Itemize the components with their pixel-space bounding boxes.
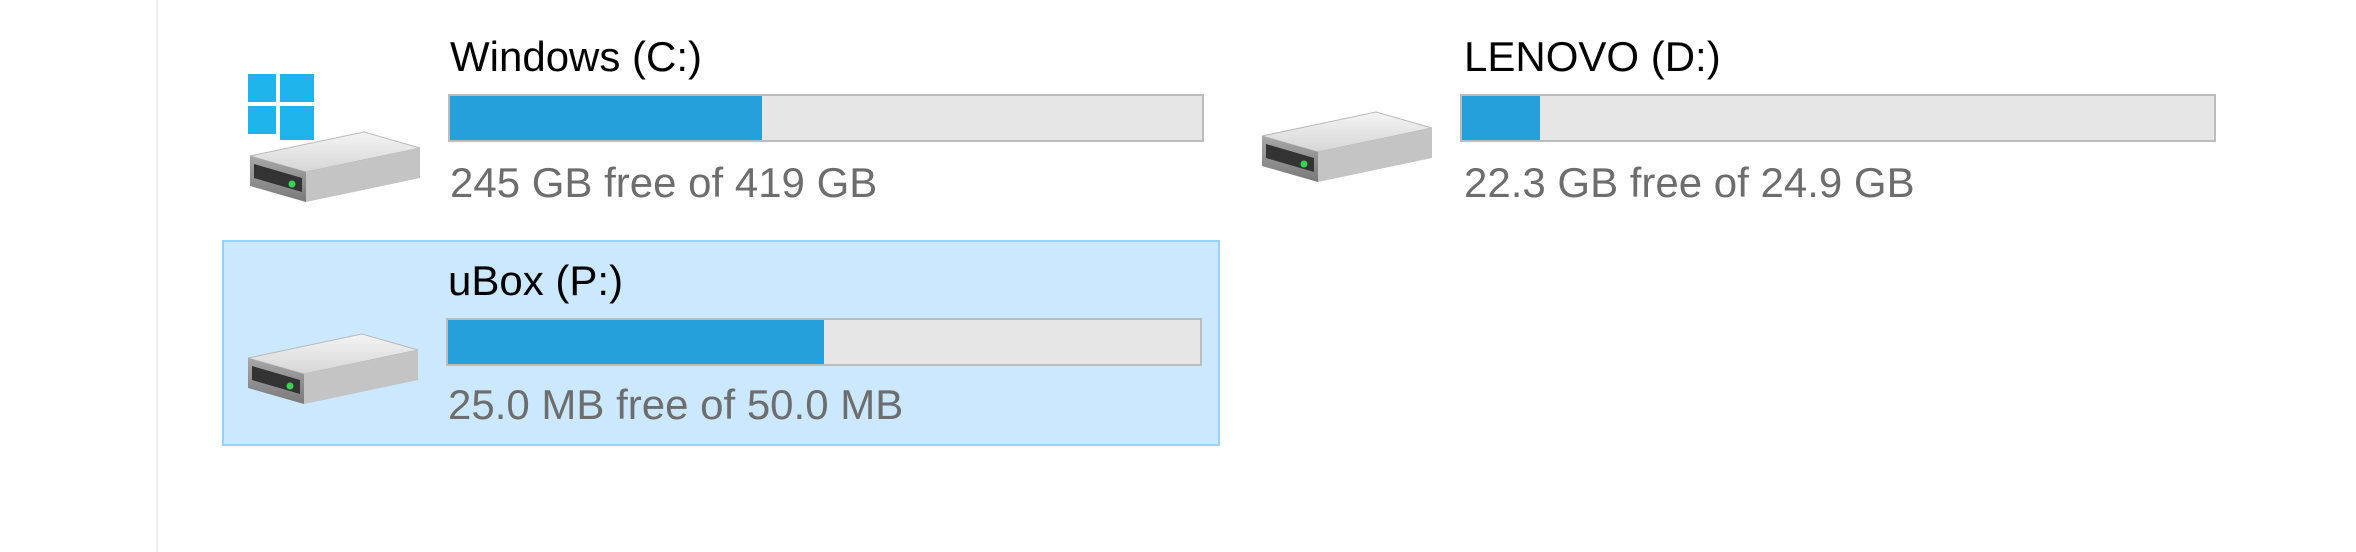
drive-usage-bar [1460,94,2216,142]
windows-system-drive-icon [248,74,421,202]
hard-drive-icon [247,333,419,404]
drive-tile-lenovo-d[interactable]: LENOVO (D:) 22.3 GB free of 24.9 GB [1240,12,2240,228]
navigation-pane-divider[interactable] [156,0,158,552]
drive-name: uBox (P:) [448,257,624,304]
drive-usage-bar [446,318,1202,366]
drive-tile-ubox-p[interactable]: uBox (P:) 25.0 MB free of 50.0 MB [222,240,1220,446]
drive-free-space: 245 GB free of 419 GB [450,159,878,206]
drive-name: Windows (C:) [450,33,703,80]
drive-tile-windows-c[interactable]: Windows (C:) 245 GB free of 419 GB [222,12,1222,228]
drive-usage-fill [448,320,824,364]
drive-free-space: 22.3 GB free of 24.9 GB [1464,159,1915,206]
drive-usage-bar [448,94,1204,142]
drive-usage-fill [1462,96,1541,140]
hard-drive-icon [1261,111,1433,182]
drive-name: LENOVO (D:) [1464,33,1721,80]
drive-usage-fill [450,96,763,140]
this-pc-drives-view: Windows (C:) 245 GB free of 419 GB LENOV… [0,0,2356,552]
drive-free-space: 25.0 MB free of 50.0 MB [448,381,904,428]
